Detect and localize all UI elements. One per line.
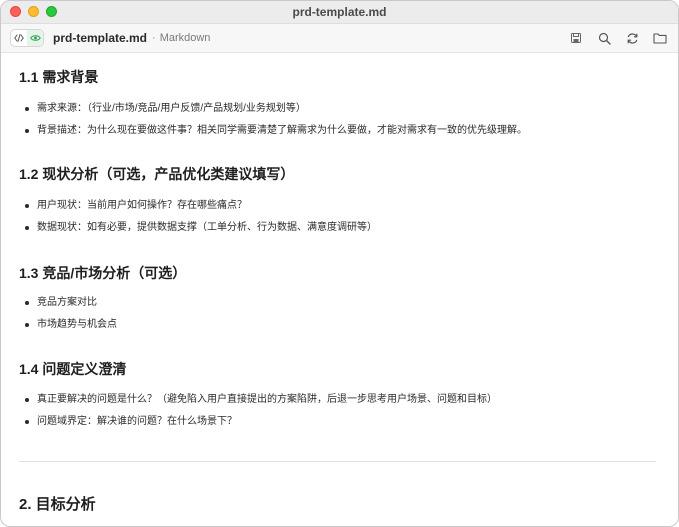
list-item: 背景描述：为什么现在要做这件事？相关同学需要清楚了解需求为什么要做，才能对需求有… bbox=[25, 120, 527, 142]
file-name: prd-template.md bbox=[53, 31, 148, 45]
app-window: prd-template.md prd-template.md · Markdo… bbox=[0, 0, 679, 527]
bullet-list: 需求来源：（行业/市场/竞品/用户反馈/产品规划/业务规划等） 背景描述：为什么… bbox=[25, 98, 527, 142]
file-type: Markdown bbox=[159, 32, 211, 44]
search-button[interactable] bbox=[596, 30, 612, 46]
refresh-button[interactable] bbox=[624, 30, 640, 46]
toolbar: prd-template.md · Markdown bbox=[1, 24, 678, 53]
bullet-list: 竞品方案对比 市场趋势与机会点 bbox=[25, 292, 117, 336]
code-icon bbox=[14, 34, 24, 42]
view-mode-toggle[interactable] bbox=[10, 29, 44, 47]
section-heading: 1.1 需求背景 bbox=[19, 69, 99, 85]
bullet-list: 用户现状：当前用户如何操作？存在哪些痛点？ 数据现状：如有必要，提供数据支撑（工… bbox=[25, 195, 377, 239]
folder-icon bbox=[653, 33, 667, 44]
section-heading: 2. 目标分析 bbox=[19, 496, 96, 513]
eye-icon bbox=[29, 35, 41, 41]
separator: · bbox=[152, 32, 156, 44]
section-heading: 1.4 问题定义澄清 bbox=[19, 361, 127, 377]
list-item: 需求来源：（行业/市场/竞品/用户反馈/产品规划/业务规划等） bbox=[25, 98, 527, 120]
window-title: prd-template.md bbox=[292, 5, 387, 19]
preview-mode-button[interactable] bbox=[27, 30, 43, 46]
source-mode-button[interactable] bbox=[11, 30, 27, 46]
save-icon bbox=[571, 33, 581, 43]
markdown-preview[interactable]: 1.1 需求背景 需求来源：（行业/市场/竞品/用户反馈/产品规划/业务规划等）… bbox=[1, 53, 678, 526]
search-icon bbox=[598, 32, 611, 45]
section-heading: 1.2 现状分析（可选，产品优化类建议填写） bbox=[19, 166, 295, 182]
bullet-list: 真正要解决的问题是什么？（避免陷入用户直接提出的方案陷阱，后退一步思考用户场景、… bbox=[25, 389, 497, 433]
title-bar: prd-template.md bbox=[1, 1, 678, 24]
list-item: 市场趋势与机会点 bbox=[25, 314, 117, 336]
refresh-icon bbox=[627, 32, 637, 44]
list-item: 数据现状：如有必要，提供数据支撑（工单分析、行为数据、满意度调研等） bbox=[25, 217, 377, 239]
toolbar-actions bbox=[568, 30, 668, 46]
list-item: 真正要解决的问题是什么？（避免陷入用户直接提出的方案陷阱，后退一步思考用户场景、… bbox=[25, 389, 497, 411]
list-item: 问题域界定：解决谁的问题？在什么场景下？ bbox=[25, 411, 497, 433]
horizontal-rule bbox=[19, 461, 656, 462]
section-heading: 1.3 竞品/市场分析（可选） bbox=[19, 265, 187, 281]
open-folder-button[interactable] bbox=[652, 30, 668, 46]
list-item: 竞品方案对比 bbox=[25, 292, 117, 314]
list-item: 用户现状：当前用户如何操作？存在哪些痛点？ bbox=[25, 195, 377, 217]
save-button[interactable] bbox=[568, 30, 584, 46]
